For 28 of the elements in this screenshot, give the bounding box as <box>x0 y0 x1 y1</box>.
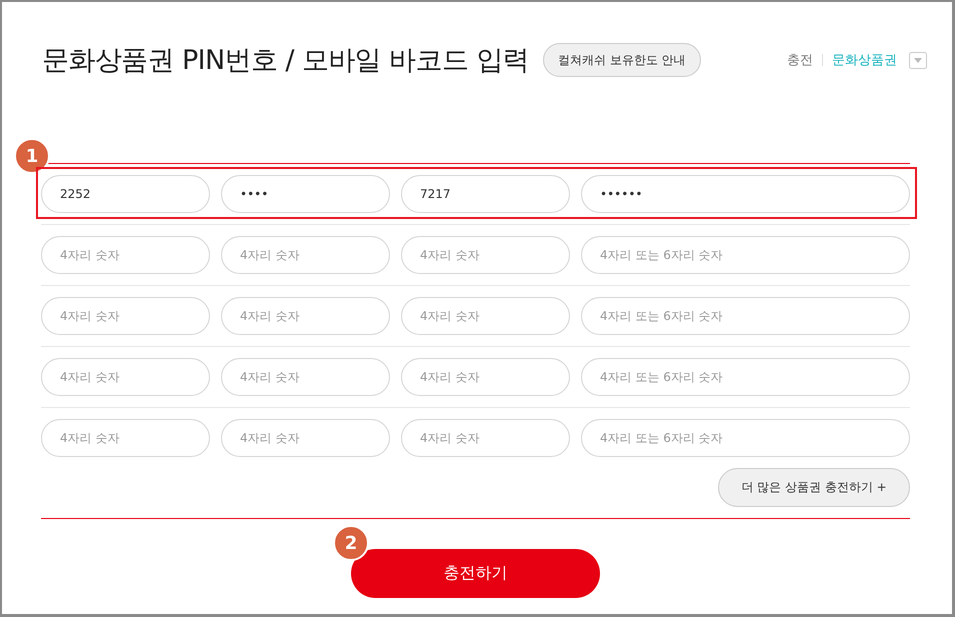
charge-button[interactable]: 충전하기 <box>351 549 600 598</box>
pin-field[interactable]: 4자리 숫자 <box>221 358 390 396</box>
page-title: 문화상품권 PIN번호 / 모바일 바코드 입력 <box>42 44 530 78</box>
limit-info-button[interactable]: 컬쳐캐쉬 보유한도 안내 <box>543 43 701 77</box>
pin-field[interactable]: 4자리 숫자 <box>401 297 570 335</box>
pin-field[interactable]: 4자리 숫자 <box>41 419 210 457</box>
step-badge: 1 <box>14 138 50 174</box>
pin-field[interactable]: 4자리 또는 6자리 숫자 <box>581 358 910 396</box>
pin-field[interactable]: 4자리 숫자 <box>41 236 210 274</box>
pin-field[interactable]: 4자리 또는 6자리 숫자 <box>581 419 910 457</box>
pin-field[interactable]: 4자리 또는 6자리 숫자 <box>581 297 910 335</box>
pin-field[interactable]: •••••• <box>581 175 910 213</box>
pin-field[interactable]: 4자리 숫자 <box>41 358 210 396</box>
step-badge: 2 <box>333 525 369 561</box>
pin-field[interactable]: 4자리 숫자 <box>41 297 210 335</box>
dropdown-icon[interactable] <box>909 52 927 68</box>
pin-field[interactable]: •••• <box>221 175 390 213</box>
pin-field[interactable]: 4자리 숫자 <box>221 297 390 335</box>
pin-field[interactable]: 4자리 숫자 <box>401 419 570 457</box>
pin-field[interactable]: 4자리 숫자 <box>221 236 390 274</box>
pin-field[interactable]: 4자리 숫자 <box>221 419 390 457</box>
pin-field[interactable]: 4자리 숫자 <box>401 236 570 274</box>
pin-field[interactable]: 4자리 숫자 <box>401 358 570 396</box>
pin-field[interactable]: 7217 <box>401 175 570 213</box>
pin-field[interactable]: 2252 <box>41 175 210 213</box>
breadcrumb-link[interactable]: 충전 <box>787 51 813 69</box>
add-more-button[interactable]: 더 많은 상품권 충전하기 + <box>718 468 910 507</box>
pin-field[interactable]: 4자리 또는 6자리 숫자 <box>581 236 910 274</box>
